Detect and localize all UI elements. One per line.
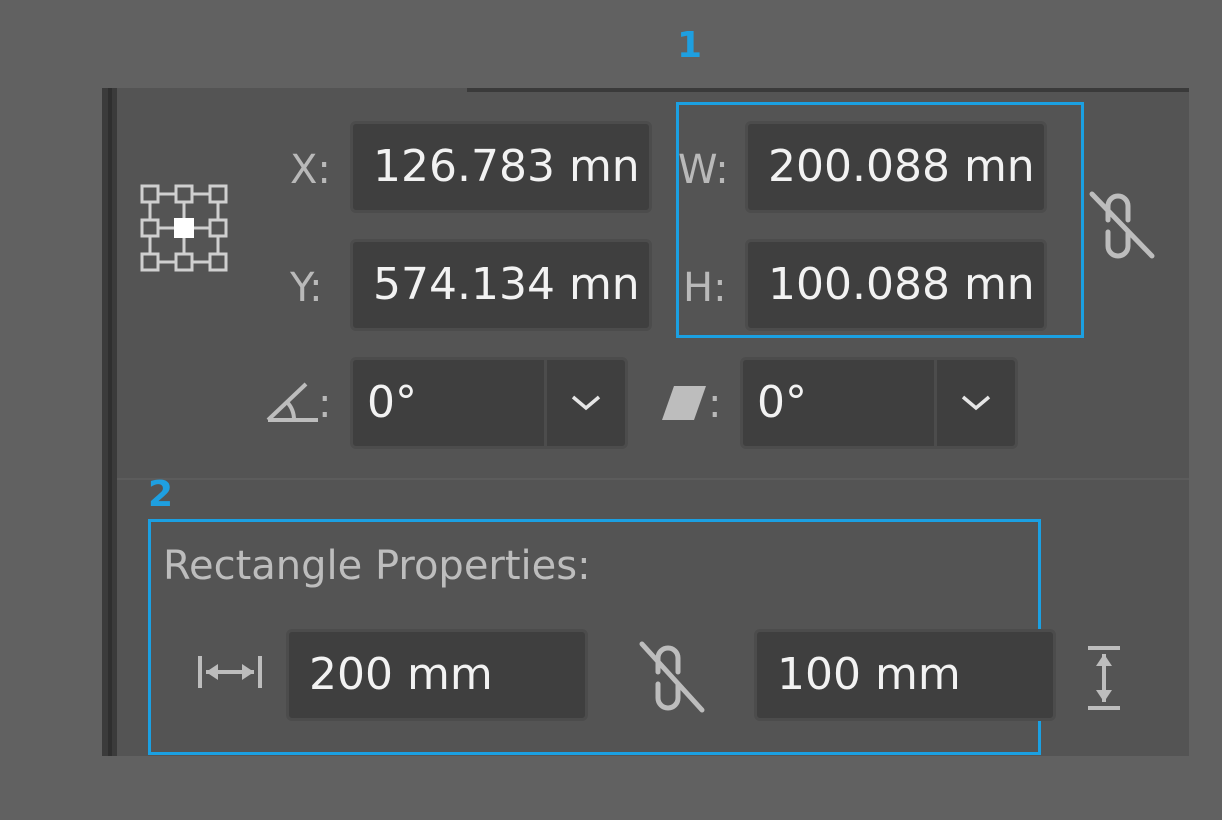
x-position-input[interactable]: 126.783 mn <box>350 121 652 213</box>
y-position-input[interactable]: 574.134 mn <box>350 239 652 331</box>
section-divider <box>117 478 1189 480</box>
shear-icon <box>660 384 708 422</box>
h-label: H: <box>683 265 727 311</box>
panel-resize-edge[interactable] <box>102 88 117 756</box>
reference-point-grid-icon[interactable] <box>140 184 228 272</box>
unlinked-chain-icon[interactable] <box>1086 190 1158 262</box>
angle-icon <box>266 380 324 424</box>
rectangle-width-input[interactable]: 200 mm <box>286 629 588 721</box>
height-input[interactable]: 100.088 mn <box>745 239 1047 331</box>
w-label: W: <box>678 147 729 193</box>
vertical-arrows-icon <box>1084 644 1124 712</box>
chevron-down-icon[interactable] <box>547 360 625 446</box>
callout-number-2: 2 <box>148 474 174 515</box>
callout-number-1: 1 <box>677 25 703 66</box>
chevron-down-icon[interactable] <box>937 360 1015 446</box>
x-label: X: <box>290 147 331 193</box>
rectangle-height-input[interactable]: 100 mm <box>754 629 1056 721</box>
panel-top-border <box>467 88 1189 92</box>
shear-angle-value[interactable]: 0° <box>757 381 807 425</box>
unlinked-chain-icon[interactable] <box>636 640 708 716</box>
rotate-angle-value[interactable]: 0° <box>367 381 417 425</box>
angle-label: : <box>318 381 332 427</box>
rectangle-properties-title: Rectangle Properties: <box>163 543 591 589</box>
y-label: Y: <box>290 265 323 311</box>
shear-label: : <box>708 381 722 427</box>
width-input[interactable]: 200.088 mn <box>745 121 1047 213</box>
horizontal-arrows-icon <box>196 654 264 690</box>
